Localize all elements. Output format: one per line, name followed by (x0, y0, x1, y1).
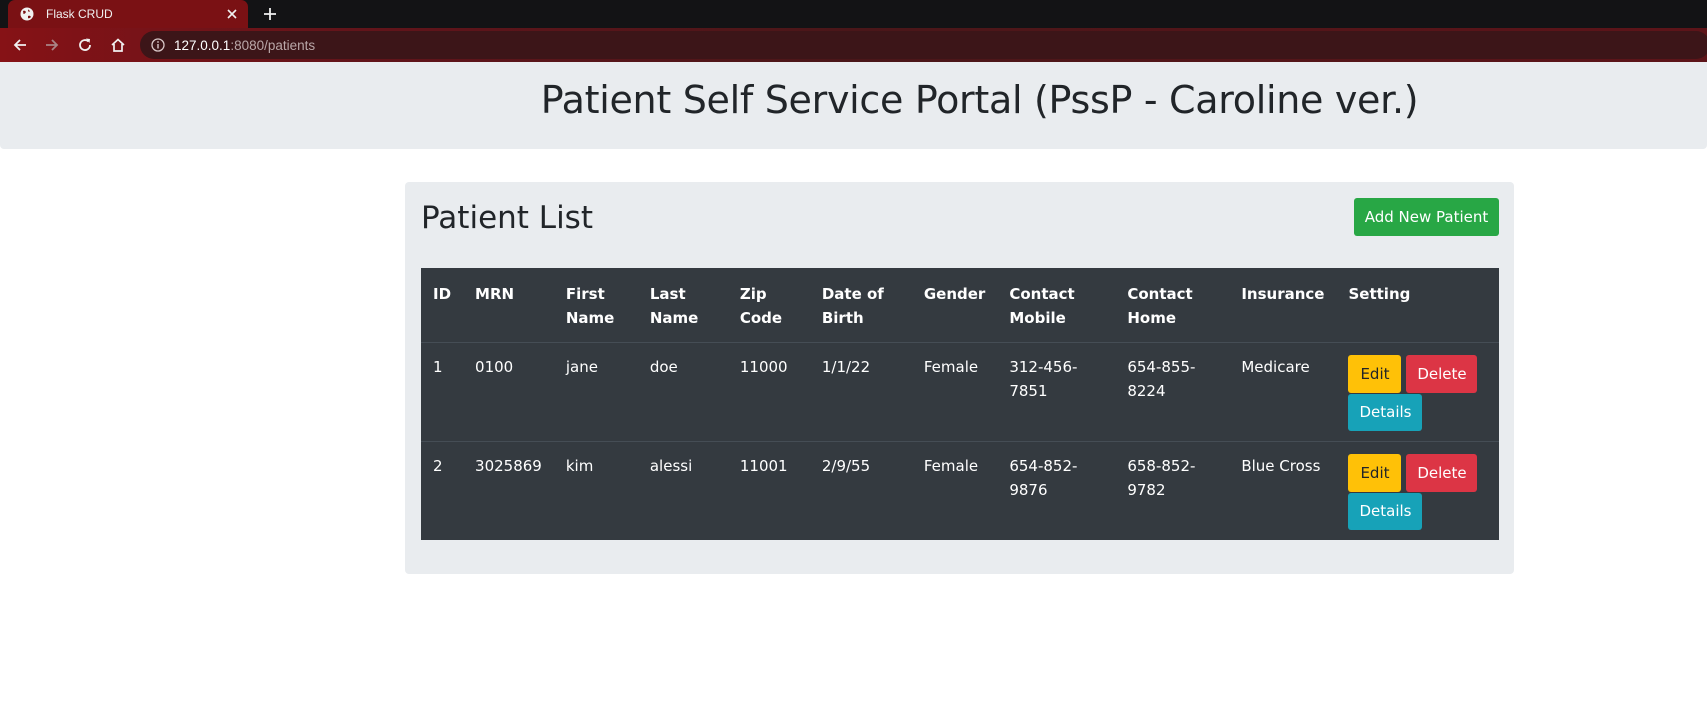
column-header-contact-mobile: Contact Mobile (997, 268, 1116, 343)
table-header-row: ID MRN First Name Last Name Zip Code Dat… (421, 268, 1499, 343)
cell-gender: Female (911, 441, 998, 540)
column-header-id: ID (421, 268, 464, 343)
cell-insurance: Medicare (1229, 342, 1337, 442)
table-row: 1 0100 jane doe 11000 1/1/22 Female 312-… (421, 342, 1499, 442)
cell-settings: Edit Delete Details (1336, 441, 1499, 540)
close-icon[interactable] (224, 6, 240, 22)
page-content: Patient Self Service Portal (PssP - Caro… (0, 62, 1707, 703)
section-title: Patient List (421, 200, 593, 236)
details-button[interactable]: Details (1348, 394, 1423, 431)
table-row: 2 3025869 kim alessi 11001 2/9/55 Female… (421, 441, 1499, 540)
patients-table: ID MRN First Name Last Name Zip Code Dat… (421, 268, 1499, 540)
cell-gender: Female (911, 342, 998, 442)
url-path: :8080/patients (230, 37, 316, 53)
column-header-contact-home: Contact Home (1115, 268, 1230, 343)
reload-icon[interactable] (75, 35, 95, 55)
cell-contact-home: 654-855-8224 (1115, 342, 1230, 442)
tab-title: Flask CRUD (46, 7, 113, 21)
globe-icon (19, 6, 35, 22)
cell-last-name: doe (637, 342, 728, 442)
browser-tab-strip: Flask CRUD (0, 0, 1707, 28)
header-banner: Patient Self Service Portal (PssP - Caro… (0, 62, 1707, 149)
cell-first-name: kim (553, 441, 638, 540)
column-header-gender: Gender (911, 268, 998, 343)
address-bar[interactable]: 127.0.0.1:8080/patients (140, 31, 1707, 59)
column-header-setting: Setting (1336, 268, 1499, 343)
delete-button[interactable]: Delete (1406, 454, 1478, 492)
patient-list-card: Patient List Add New Patient ID MRN Firs… (405, 182, 1514, 574)
cell-zip-code: 11001 (727, 441, 810, 540)
cell-last-name: alessi (637, 441, 728, 540)
plus-icon[interactable] (260, 4, 280, 24)
info-icon[interactable] (150, 37, 166, 53)
browser-tab[interactable]: Flask CRUD (8, 0, 248, 28)
cell-contact-mobile: 312-456-7851 (997, 342, 1116, 442)
browser-toolbar: 127.0.0.1:8080/patients (0, 28, 1707, 62)
cell-date-of-birth: 1/1/22 (809, 342, 912, 442)
edit-button[interactable]: Edit (1348, 355, 1402, 393)
cell-id: 1 (421, 342, 464, 442)
cell-mrn: 0100 (463, 342, 554, 442)
cell-insurance: Blue Cross (1229, 441, 1337, 540)
forward-arrow-icon[interactable] (42, 35, 62, 55)
url-host: 127.0.0.1 (174, 37, 231, 53)
column-header-first-name: First Name (553, 268, 638, 343)
details-button[interactable]: Details (1348, 493, 1423, 530)
back-arrow-icon[interactable] (10, 35, 30, 55)
cell-zip-code: 11000 (727, 342, 810, 442)
cell-contact-home: 658-852-9782 (1115, 441, 1230, 540)
cell-first-name: jane (553, 342, 638, 442)
column-header-last-name: Last Name (637, 268, 728, 343)
add-new-patient-button[interactable]: Add New Patient (1354, 198, 1499, 236)
cell-contact-mobile: 654-852-9876 (997, 441, 1116, 540)
column-header-zip-code: Zip Code (727, 268, 810, 343)
delete-button[interactable]: Delete (1406, 355, 1478, 393)
column-header-mrn: MRN (463, 268, 554, 343)
url-text: 127.0.0.1:8080/patients (174, 38, 315, 53)
cell-mrn: 3025869 (463, 441, 554, 540)
column-header-insurance: Insurance (1229, 268, 1337, 343)
home-icon[interactable] (108, 35, 128, 55)
column-header-date-of-birth: Date of Birth (809, 268, 912, 343)
edit-button[interactable]: Edit (1348, 454, 1402, 492)
cell-settings: Edit Delete Details (1336, 342, 1499, 442)
cell-id: 2 (421, 441, 464, 540)
cell-date-of-birth: 2/9/55 (809, 441, 912, 540)
page-title: Patient Self Service Portal (PssP - Caro… (540, 78, 1419, 122)
